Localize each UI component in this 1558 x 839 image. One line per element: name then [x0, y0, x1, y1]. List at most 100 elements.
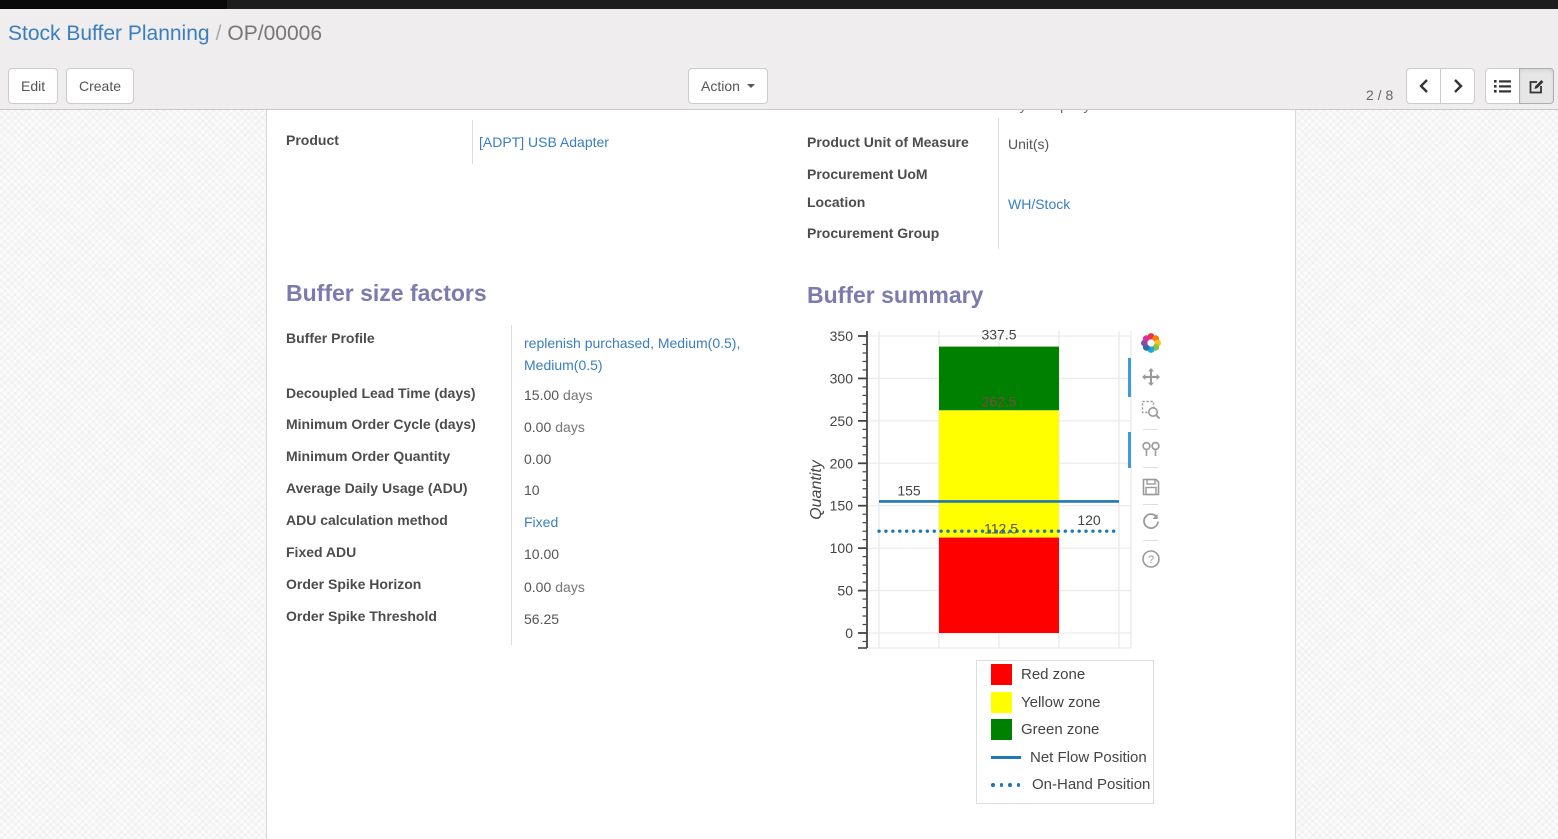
legend-label: Red zone [1021, 666, 1085, 683]
list-icon [1494, 79, 1511, 94]
modebar-separator [1143, 429, 1158, 430]
modebar-separator [1143, 504, 1158, 505]
svg-text:337.5: 337.5 [981, 327, 1016, 343]
legend-swatch [991, 719, 1012, 740]
legend-item-green-zone[interactable]: Green zone [977, 716, 1153, 744]
legend-swatch [991, 783, 1023, 787]
field-value-product[interactable]: [ADPT] USB Adapter [479, 134, 609, 150]
group-separator [998, 118, 999, 249]
chart-modebar: ? [1127, 330, 1171, 582]
modebar-separator [1143, 467, 1158, 468]
edit-button[interactable]: Edit [8, 68, 58, 104]
breadcrumb: Stock Buffer Planning/OP/00006 [8, 22, 322, 46]
svg-text:Quantity: Quantity [808, 459, 825, 520]
field-label-adu: Average Daily Usage (ADU) [286, 480, 468, 496]
breadcrumb-parent-link[interactable]: Stock Buffer Planning [8, 22, 210, 45]
compare-hover-icon[interactable] [1139, 437, 1163, 461]
content-background: My Company Product [ADPT] USB Adapter Pr… [0, 110, 1558, 839]
legend-item-red-zone[interactable]: Red zone [977, 661, 1153, 689]
field-value-order-spike-threshold: 56.25 [524, 611, 559, 627]
chart-legend: Red zone Yellow zone Green zone Net Flow Po… [976, 660, 1154, 804]
svg-text:100: 100 [830, 540, 854, 556]
action-dropdown-button[interactable]: Action [688, 68, 768, 104]
field-label-min-order-quantity: Minimum Order Quantity [286, 448, 450, 464]
buffer-size-factors-heading: Buffer size factors [286, 280, 487, 307]
svg-text:0: 0 [845, 625, 853, 641]
field-label-min-order-cycle: Minimum Order Cycle (days) [286, 416, 476, 432]
edit-form-icon [1528, 78, 1545, 95]
field-label-procurement-group: Procurement Group [807, 225, 939, 241]
svg-text:200: 200 [830, 455, 854, 471]
clipped-company-value: My Company [1008, 110, 1168, 115]
control-panel: Stock Buffer Planning/OP/00006 Edit Crea… [0, 9, 1558, 110]
chevron-left-icon [1417, 78, 1431, 94]
pager-next-button[interactable] [1440, 68, 1475, 104]
field-label-procurement-uom: Procurement UoM [807, 166, 928, 182]
svg-text:?: ? [1148, 554, 1154, 566]
create-button[interactable]: Create [66, 68, 134, 104]
pager-previous-button[interactable] [1406, 68, 1441, 104]
top-navbar [0, 0, 1558, 9]
plotly-logo-icon[interactable] [1139, 331, 1163, 355]
breadcrumb-separator: / [210, 22, 228, 45]
legend-swatch [991, 664, 1012, 685]
group-separator [472, 120, 473, 164]
legend-item-yellow-zone[interactable]: Yellow zone [977, 689, 1153, 717]
save-icon[interactable] [1139, 475, 1163, 499]
modebar-separator [1143, 540, 1158, 541]
legend-label: Yellow zone [1021, 694, 1101, 711]
legend-swatch [991, 692, 1012, 713]
field-value-buffer-profile[interactable]: replenish purchased, Medium(0.5), Medium… [524, 332, 776, 376]
field-value-order-spike-horizon: 0.00days [524, 579, 585, 595]
navbar-left-segment [0, 0, 227, 9]
field-value-min-order-quantity: 0.00 [524, 451, 551, 467]
legend-swatch [991, 756, 1021, 759]
stock-buffer-planning-page: Stock Buffer Planning/OP/00006 Edit Crea… [0, 0, 1558, 839]
field-label-order-spike-horizon: Order Spike Horizon [286, 576, 421, 592]
buffer-summary-chart: 155 120 337.5 262.5 112.5 0 50 100 150 200 250 300 3… [807, 322, 1167, 657]
chevron-right-icon [1451, 78, 1465, 94]
autoscale-icon[interactable] [1139, 509, 1163, 533]
field-value-min-order-cycle: 0.00days [524, 419, 585, 435]
svg-text:350: 350 [830, 328, 854, 344]
field-label-order-spike-threshold: Order Spike Threshold [286, 608, 437, 624]
legend-item-on-hand-position[interactable]: On-Hand Position [977, 771, 1153, 799]
field-label-product: Product [286, 132, 339, 148]
field-label-buffer-profile: Buffer Profile [286, 330, 375, 346]
box-zoom-icon[interactable] [1139, 398, 1163, 422]
buffer-summary-heading: Buffer summary [807, 282, 983, 309]
svg-text:150: 150 [830, 498, 854, 514]
form-sheet: My Company Product [ADPT] USB Adapter Pr… [266, 110, 1296, 839]
field-value-adu-method[interactable]: Fixed [524, 514, 558, 530]
field-value-product-uom: Unit(s) [1008, 136, 1049, 152]
svg-text:155: 155 [897, 482, 921, 498]
pan-icon[interactable] [1139, 365, 1163, 389]
field-value-adu: 10 [524, 482, 540, 498]
field-label-fixed-adu: Fixed ADU [286, 544, 356, 560]
list-view-button[interactable] [1485, 68, 1520, 104]
caret-down-icon [747, 84, 755, 88]
pager-count: 2 / 8 [1366, 77, 1393, 113]
svg-text:300: 300 [830, 370, 854, 386]
legend-label: Green zone [1021, 721, 1099, 738]
svg-text:120: 120 [1077, 512, 1101, 528]
svg-text:262.5: 262.5 [981, 393, 1016, 409]
svg-text:50: 50 [837, 583, 853, 599]
modebar-active-indicator [1128, 358, 1131, 397]
field-value-location[interactable]: WH/Stock [1008, 196, 1070, 212]
field-value-fixed-adu: 10.00 [524, 546, 559, 562]
modebar-active-indicator [1128, 432, 1131, 468]
field-label-adu-method: ADU calculation method [286, 512, 448, 528]
field-label-product-uom: Product Unit of Measure [807, 134, 969, 150]
legend-label: Net Flow Position [1030, 749, 1147, 766]
field-label-location: Location [807, 194, 865, 210]
form-view-button[interactable] [1519, 68, 1554, 104]
field-label-decoupled-lead-time: Decoupled Lead Time (days) [286, 385, 476, 401]
breadcrumb-current: OP/00006 [227, 22, 322, 45]
svg-text:250: 250 [830, 413, 854, 429]
help-icon[interactable]: ? [1139, 547, 1163, 571]
legend-item-net-flow-position[interactable]: Net Flow Position [977, 744, 1153, 772]
svg-text:112.5: 112.5 [984, 521, 1018, 537]
legend-label: On-Hand Position [1032, 776, 1150, 793]
field-value-decoupled-lead-time: 15.00days [524, 387, 593, 403]
